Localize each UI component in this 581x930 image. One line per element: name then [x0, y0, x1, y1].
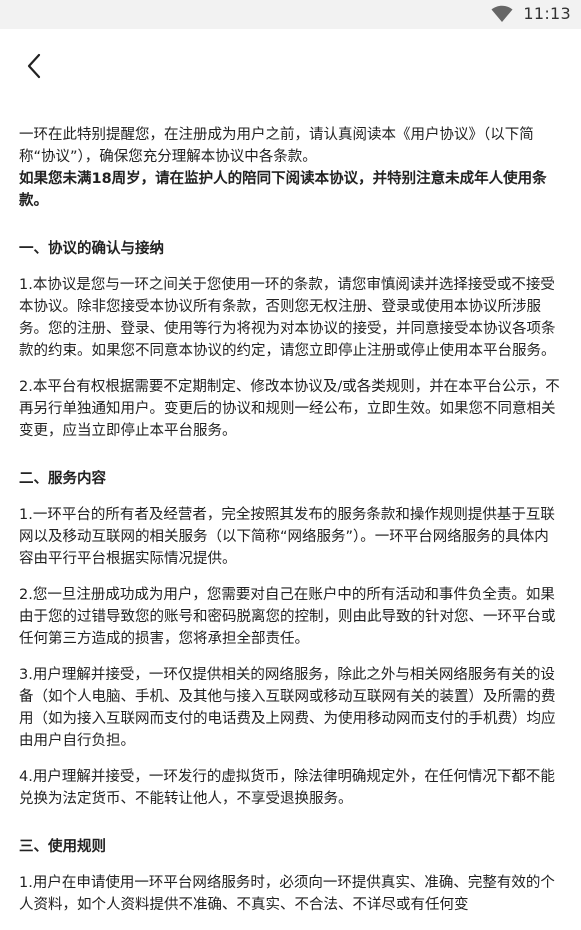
- status-time: 11:13: [523, 4, 571, 23]
- status-bar: 11:13: [0, 0, 581, 29]
- minor-notice: 如果您未满18周岁，请在监护人的陪同下阅读本协议，并特别注意未成年人使用条款。: [19, 171, 547, 209]
- wifi-icon: [491, 5, 513, 23]
- intro-text: 一环在此特别提醒您，在注册成为用户之前，请认真阅读本《用户协议》（以下简称“协议…: [19, 127, 534, 165]
- back-button[interactable]: [16, 48, 52, 84]
- section-paragraph: 1.一环平台的所有者及经营者，完全按照其发布的服务条款和操作规则提供基于互联网以…: [19, 507, 555, 567]
- chevron-left-icon: [24, 53, 44, 79]
- section-paragraph: 3.用户理解并接受，一环仅提供相关的网络服务，除此之外与相关网络服务有关的设备（…: [19, 667, 556, 749]
- section-paragraph: 4.用户理解并接受，一环发行的虚拟货币，除法律明确规定外，在任何情况下都不能兑换…: [19, 769, 555, 807]
- section-paragraph: 1.用户在申请使用一环平台网络服务时，必须向一环提供真实、准确、完整有效的个人资…: [19, 875, 555, 913]
- status-indicators: 11:13: [491, 4, 571, 23]
- section-paragraph: 2.本平台有权根据需要不定期制定、修改本协议及/或各类规则，并在本平台公示，不再…: [19, 379, 560, 439]
- section-paragraph: 1.本协议是您与一环之间关于您使用一环的条款，请您审慎阅读并选择接受或不接受本协…: [19, 277, 556, 359]
- section-title: 三、使用规则: [19, 839, 106, 855]
- section-title: 一、协议的确认与接纳: [19, 241, 164, 257]
- section-title: 二、服务内容: [19, 471, 106, 487]
- section-paragraph: 2.您一旦注册成功成为用户，您需要对自己在账户中的所有活动和事件负全责。如果由于…: [19, 587, 556, 647]
- agreement-content: 一环在此特别提醒您，在注册成为用户之前，请认真阅读本《用户协议》（以下简称“协议…: [19, 124, 562, 930]
